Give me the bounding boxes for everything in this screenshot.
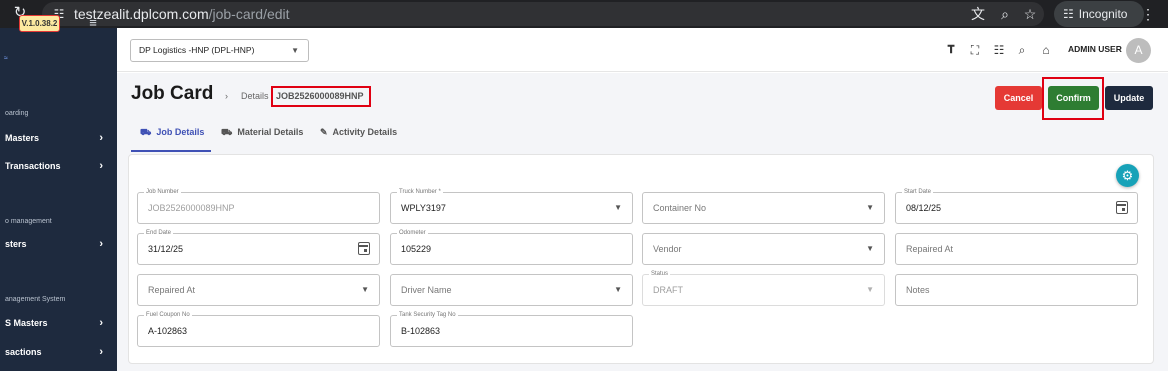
search-icon[interactable]: ⌕ bbox=[1013, 41, 1031, 59]
translate-icon[interactable]: 文 bbox=[968, 4, 988, 24]
sidebar-item-transactions[interactable]: Transactions › bbox=[5, 158, 109, 174]
start-date-field[interactable]: Start Date 08/12/25 bbox=[895, 188, 1138, 224]
incognito-indicator[interactable]: ☷ Incognito bbox=[1054, 1, 1144, 27]
caret-down-icon: ▼ bbox=[614, 285, 622, 294]
status-select[interactable]: Status DRAFT ▼ bbox=[642, 270, 885, 306]
sidebar-item-label: S Masters bbox=[5, 318, 48, 328]
breadcrumb-chevron-icon: › bbox=[225, 91, 228, 101]
repaired-at-select[interactable]: Repaired At ▼ bbox=[137, 274, 380, 306]
repaired-at-field[interactable]: Repaired At bbox=[895, 233, 1138, 265]
update-button[interactable]: Update bbox=[1105, 86, 1153, 110]
caret-down-icon: ▼ bbox=[614, 203, 622, 212]
chevron-right-icon: › bbox=[99, 238, 103, 250]
caret-down-icon: ▼ bbox=[361, 285, 369, 294]
sidebar-section-onboarding: oarding bbox=[5, 110, 29, 117]
logo-fragment: ≈ bbox=[4, 55, 8, 62]
zoom-icon[interactable]: ⌕ bbox=[995, 4, 1015, 24]
truck-number-select[interactable]: Truck Number * WPLY3197 ▼ bbox=[390, 188, 633, 224]
tab-material-details[interactable]: ⛟ Material Details bbox=[221, 125, 303, 139]
version-badge: V.1.0.38.2 bbox=[19, 15, 60, 32]
sidebar-item-masters[interactable]: Masters › bbox=[5, 130, 109, 146]
page-title: Job Card bbox=[131, 83, 214, 104]
field-placeholder: Vendor bbox=[653, 244, 682, 254]
tab-label: Job Details bbox=[156, 127, 205, 137]
field-value: JOB2526000089HNP bbox=[148, 203, 235, 213]
caret-down-icon: ▼ bbox=[866, 203, 874, 212]
field-value: DRAFT bbox=[653, 285, 683, 295]
field-placeholder: Container No bbox=[653, 203, 707, 213]
fullscreen-icon[interactable]: ⛶ bbox=[966, 41, 984, 59]
calendar-icon[interactable] bbox=[358, 242, 370, 255]
field-placeholder: Driver Name bbox=[401, 285, 452, 295]
bookmark-star-icon[interactable]: ☆ bbox=[1020, 4, 1040, 24]
end-date-field[interactable]: End Date 31/12/25 bbox=[137, 229, 380, 265]
tab-label: Activity Details bbox=[332, 127, 398, 137]
url-text[interactable]: testzealit.dplcom.com/job-card/edit bbox=[74, 5, 290, 23]
chevron-right-icon: › bbox=[99, 317, 103, 329]
cancel-button[interactable]: Cancel bbox=[995, 86, 1042, 110]
field-value: 105229 bbox=[401, 244, 432, 254]
sidebar-section-management: o management bbox=[5, 218, 52, 225]
truck-icon: ⛟ bbox=[140, 127, 152, 137]
active-tab-indicator bbox=[131, 150, 211, 152]
chevron-right-icon: › bbox=[99, 160, 103, 172]
fuel-coupon-field[interactable]: Fuel Coupon No A-102863 bbox=[137, 311, 380, 347]
tab-job-details[interactable]: ⛟ Job Details bbox=[140, 125, 204, 139]
browser-menu-icon[interactable]: ⋮ bbox=[1138, 4, 1158, 24]
user-name[interactable]: ADMIN USER bbox=[1068, 44, 1122, 54]
calendar-icon[interactable] bbox=[1116, 201, 1128, 214]
caret-down-icon: ▼ bbox=[291, 46, 299, 55]
text-size-icon[interactable]: 𝐓 bbox=[942, 41, 960, 59]
highlight-job-number bbox=[271, 86, 371, 107]
highlight-confirm-button bbox=[1042, 77, 1104, 120]
sidebar-item-transactions-2[interactable]: sactions › bbox=[5, 344, 109, 360]
menu-toggle-icon[interactable]: ≡ bbox=[86, 16, 100, 30]
caret-down-icon: ▼ bbox=[866, 285, 874, 294]
sidebar-item-label: sactions bbox=[5, 347, 42, 357]
caret-down-icon: ▼ bbox=[866, 244, 874, 253]
job-number-field[interactable]: Job Number JOB2526000089HNP bbox=[137, 188, 380, 224]
field-value: 31/12/25 bbox=[148, 244, 184, 254]
sidebar-item-masters-2[interactable]: sters › bbox=[5, 236, 109, 252]
breadcrumb-details: Details bbox=[241, 91, 269, 101]
company-select-value: DP Logistics -HNP (DPL-HNP) bbox=[139, 45, 255, 55]
sidebar-item-label: sters bbox=[5, 239, 27, 249]
field-placeholder: Repaired At bbox=[148, 285, 196, 295]
incognito-icon: ☷ bbox=[1063, 7, 1074, 21]
field-placeholder: Notes bbox=[906, 285, 930, 295]
field-value: 08/12/25 bbox=[906, 203, 942, 213]
home-icon[interactable]: ⌂ bbox=[1037, 41, 1055, 59]
tab-activity-details[interactable]: ✎ Activity Details bbox=[320, 125, 397, 139]
url-path: /job-card/edit bbox=[208, 6, 290, 22]
sidebar-item-label: Transactions bbox=[5, 161, 61, 171]
notes-field[interactable]: Notes bbox=[895, 274, 1138, 306]
sidebar-item-label: Masters bbox=[5, 133, 40, 143]
tank-security-tag-field[interactable]: Tank Security Tag No B-102863 bbox=[390, 311, 633, 347]
field-value: WPLY3197 bbox=[401, 203, 446, 213]
company-select[interactable]: DP Logistics -HNP (DPL-HNP) ▼ bbox=[130, 39, 309, 62]
driver-name-select[interactable]: Driver Name ▼ bbox=[390, 274, 633, 306]
avatar[interactable]: A bbox=[1126, 38, 1151, 63]
field-value: B-102863 bbox=[401, 326, 441, 336]
activity-icon: ✎ bbox=[320, 127, 328, 137]
container-no-select[interactable]: Container No ▼ bbox=[642, 192, 885, 224]
chevron-right-icon: › bbox=[99, 132, 103, 144]
sidebar-section-management-system: anagement System bbox=[5, 296, 66, 303]
settings-gear-icon[interactable]: ⚙ bbox=[1116, 164, 1139, 187]
incognito-label: Incognito bbox=[1078, 7, 1128, 21]
vendor-select[interactable]: Vendor ▼ bbox=[642, 233, 885, 265]
chevron-right-icon: › bbox=[99, 346, 103, 358]
odometer-field[interactable]: Odometer 105229 bbox=[390, 229, 633, 265]
field-value: A-102863 bbox=[148, 326, 188, 336]
tab-label: Material Details bbox=[237, 127, 304, 137]
material-icon: ⛟ bbox=[221, 127, 233, 137]
apps-grid-icon[interactable]: ☷ bbox=[990, 41, 1008, 59]
sidebar-item-s-masters[interactable]: S Masters › bbox=[5, 315, 109, 331]
field-placeholder: Repaired At bbox=[906, 244, 954, 254]
